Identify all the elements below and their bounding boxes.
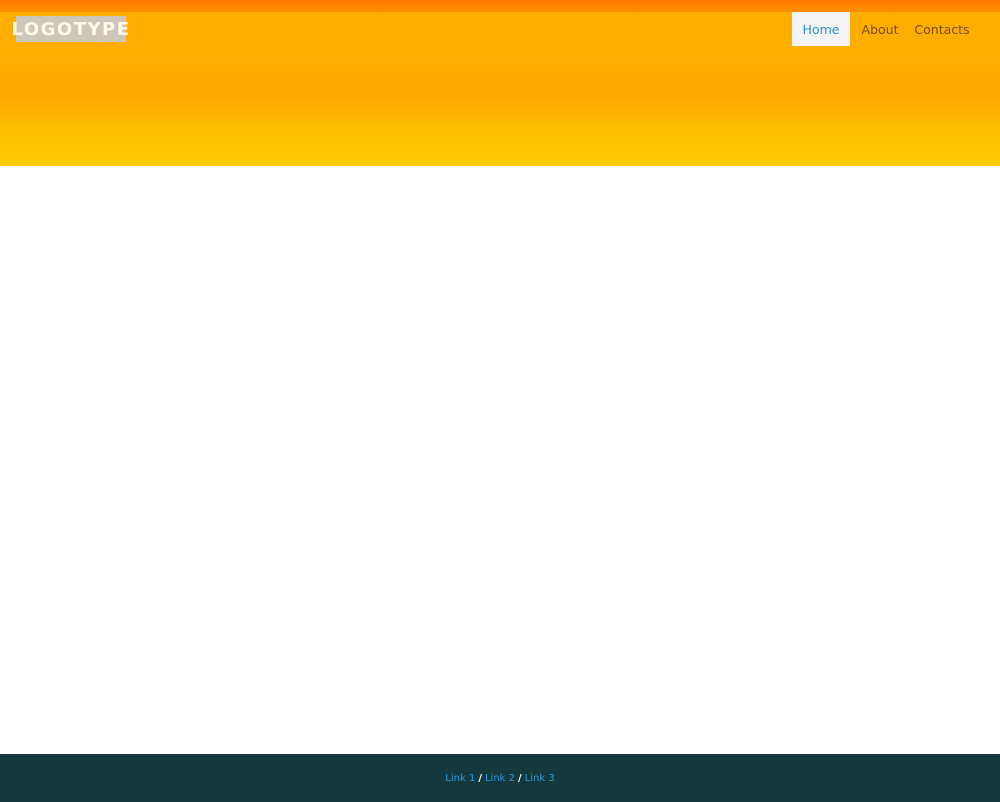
footer-link-2[interactable]: Link 2 (485, 773, 515, 784)
nav-item-about[interactable]: About (851, 12, 909, 46)
site-header: LOGOTYPE Home About Contacts (0, 0, 1000, 166)
main-content (0, 166, 1000, 754)
main-nav: Home About Contacts (792, 12, 983, 46)
footer-separator: / (478, 772, 482, 784)
page: LOGOTYPE Home About Contacts Link 1 / Li… (0, 0, 1000, 802)
footer-separator: / (518, 772, 522, 784)
site-footer: Link 1 / Link 2 / Link 3 (0, 754, 1000, 802)
logo[interactable]: LOGOTYPE (12, 16, 129, 42)
nav-item-home[interactable]: Home (792, 12, 850, 46)
footer-link-3[interactable]: Link 3 (525, 773, 555, 784)
footer-links: Link 1 / Link 2 / Link 3 (445, 773, 554, 784)
logo-text: LOGOTYPE (11, 18, 131, 40)
nav-item-contacts[interactable]: Contacts (909, 12, 983, 46)
footer-link-1[interactable]: Link 1 (445, 773, 475, 784)
